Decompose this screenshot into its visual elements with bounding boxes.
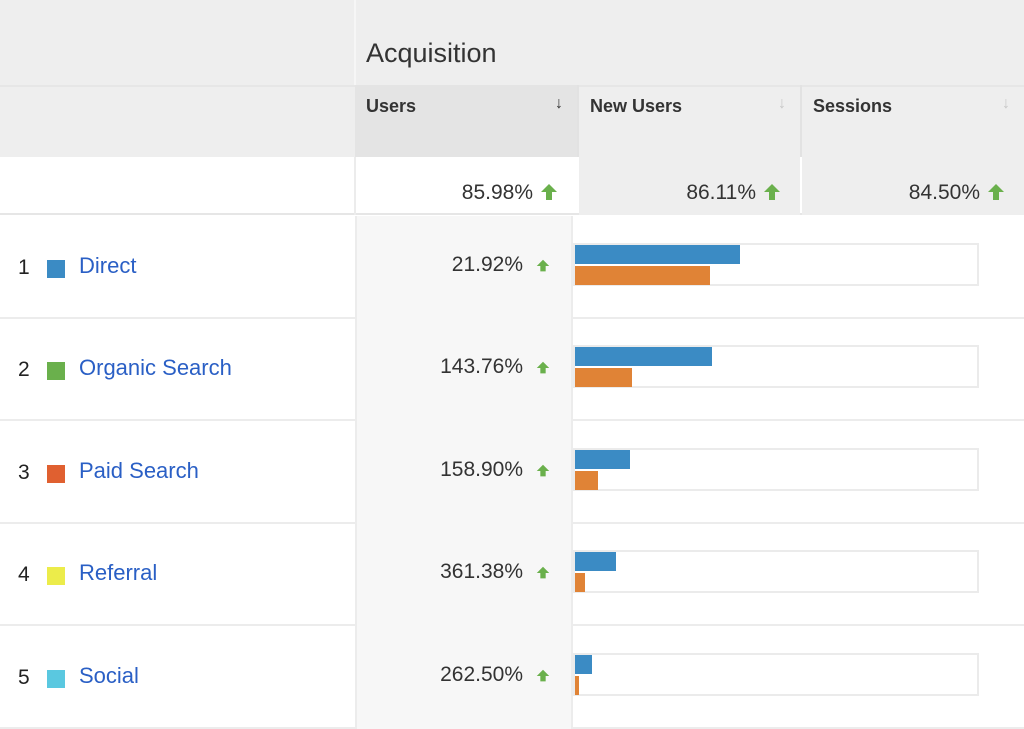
column-header-sessions[interactable]: Sessions ↓ [802, 85, 1024, 157]
column-label: Sessions [813, 96, 893, 116]
summary-users-value: 85.98% [461, 181, 533, 204]
group-header-divider [354, 0, 356, 85]
bar-new-users [575, 676, 579, 695]
arrow-down-icon[interactable]: ↓ [1002, 95, 1010, 113]
column-label: New Users [590, 96, 683, 116]
bar-chart-box [573, 550, 979, 593]
bar-chart-box [573, 345, 979, 388]
bar-new-users [575, 368, 632, 387]
channel-color-swatch [47, 260, 65, 278]
group-header [0, 0, 1024, 85]
bar-new-users [575, 266, 710, 285]
bar-users [575, 450, 630, 469]
summary-users: 85.98% [356, 157, 577, 215]
up-arrow-icon [536, 464, 550, 477]
column-header-new-users[interactable]: New Users ↓ [579, 85, 800, 157]
bar-new-users [575, 573, 585, 592]
summary-new-users-value: 86.11% [686, 181, 756, 204]
users-change-cell: 158.90% [355, 421, 573, 524]
table-row: 5 Social 262.50% [0, 626, 1024, 729]
row-rank: 2 [18, 358, 30, 381]
channel-link[interactable]: Paid Search [79, 458, 199, 484]
users-change-cell: 262.50% [355, 626, 573, 729]
users-change-cell: 143.76% [355, 318, 573, 421]
row-rank: 1 [18, 256, 30, 279]
arrow-down-icon[interactable]: ↓ [778, 95, 786, 113]
channel-color-swatch [47, 670, 65, 688]
bar-users [575, 245, 740, 264]
summary-new-users: 86.11% [579, 157, 800, 215]
table-row: 2 Organic Search 143.76% [0, 318, 1024, 421]
row-rank: 4 [18, 563, 30, 586]
row-rank: 5 [18, 666, 30, 689]
up-arrow-icon [541, 184, 557, 200]
up-arrow-icon [536, 669, 550, 682]
summary-sessions: 84.50% [802, 157, 1024, 215]
bar-chart-box [573, 243, 979, 286]
arrow-down-icon[interactable]: ↓ [555, 95, 563, 113]
users-change-value: 158.90% [440, 458, 523, 481]
channel-link[interactable]: Social [79, 663, 139, 689]
bar-chart-box [573, 653, 979, 696]
bar-new-users [575, 471, 598, 490]
table-row: 3 Paid Search 158.90% [0, 421, 1024, 524]
users-change-cell: 21.92% [355, 216, 573, 319]
users-change-value: 361.38% [440, 560, 523, 583]
up-arrow-icon [988, 184, 1004, 200]
channel-link[interactable]: Referral [79, 560, 157, 586]
bar-chart-box [573, 448, 979, 491]
up-arrow-icon [536, 361, 550, 374]
group-title: Acquisition [366, 38, 497, 68]
up-arrow-icon [536, 259, 550, 272]
users-change-value: 21.92% [451, 253, 523, 276]
row-rank: 3 [18, 461, 30, 484]
table-row: 4 Referral 361.38% [0, 523, 1024, 626]
up-arrow-icon [764, 184, 780, 200]
channel-link[interactable]: Direct [79, 253, 136, 279]
up-arrow-icon [536, 566, 550, 579]
bar-users [575, 655, 592, 674]
bar-users [575, 347, 712, 366]
column-label: Users [366, 96, 417, 116]
column-header-users[interactable]: Users ↓ [355, 85, 577, 157]
users-change-value: 262.50% [440, 663, 523, 686]
bar-users [575, 552, 616, 571]
channel-link[interactable]: Organic Search [79, 355, 232, 381]
users-change-value: 143.76% [440, 355, 523, 378]
summary-sessions-value: 84.50% [908, 181, 980, 204]
users-change-cell: 361.38% [355, 523, 573, 626]
channel-color-swatch [47, 362, 65, 380]
table-row: 1 Direct 21.92% [0, 216, 1024, 319]
channel-color-swatch [47, 567, 65, 585]
channel-color-swatch [47, 465, 65, 483]
